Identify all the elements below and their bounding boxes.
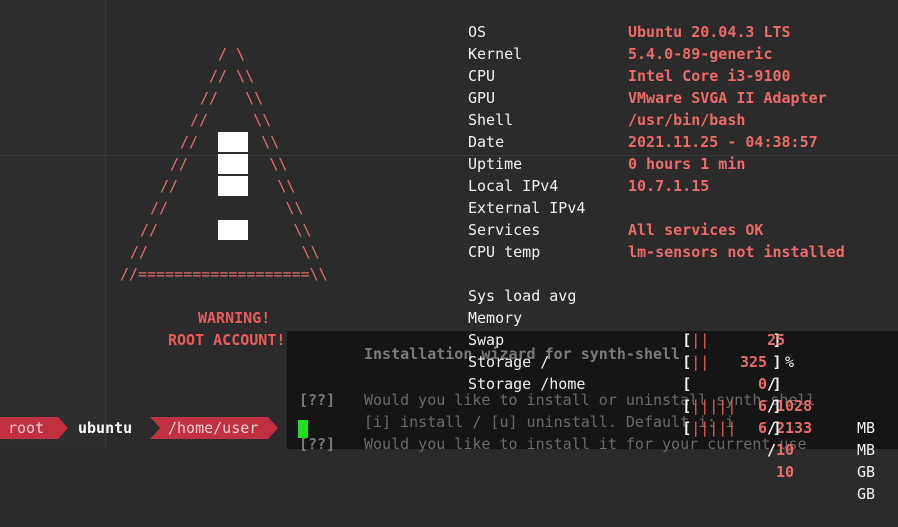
sysinfo-value: VMware SVGA II Adapter — [628, 89, 827, 107]
sysinfo-value: lm-sensors not installed — [628, 243, 845, 261]
meter-bar-pad — [736, 419, 772, 437]
shell-prompt: root ubuntu /home/user — [0, 417, 320, 439]
exclamation-block — [218, 154, 248, 174]
sysinfo-value: 0 hours 1 min — [628, 155, 746, 173]
meter-row: Sys load avg [|| ] 25 % — [468, 263, 794, 371]
sysinfo-value: 5.4.0-89-generic — [628, 45, 773, 63]
meter-unit: GB — [857, 485, 876, 503]
sysinfo-value: /usr/bin/bash — [628, 111, 746, 129]
meter-used: 6 — [758, 419, 768, 437]
installer-prompt-tag: [??] — [299, 391, 336, 409]
text-cursor[interactable] — [298, 420, 308, 438]
sysinfo-key: CPU — [468, 67, 496, 85]
ascii-line: // \\ — [190, 111, 272, 129]
prompt-user-segment: root — [0, 417, 68, 439]
sysinfo-value: 2021.11.25 - 04:38:57 — [628, 133, 818, 151]
prompt-host-segment: ubuntu — [78, 419, 133, 437]
ascii-line: // \\ — [130, 243, 320, 261]
ascii-line: // \\ — [150, 199, 304, 217]
exclamation-dot — [218, 220, 248, 240]
warning-title: WARNING! — [198, 309, 271, 327]
sysinfo-key: Date — [468, 133, 505, 151]
sysinfo-key: Uptime — [468, 155, 523, 173]
warning-triangle-ascii: / \ // \\ // \\ // \\ // \\ // \\ // \\ … — [0, 0, 328, 283]
ascii-line: //===================\\ — [120, 265, 328, 283]
sysinfo-key: CPU temp — [468, 243, 541, 261]
meter-unit: MB — [857, 419, 876, 437]
prompt-path-segment: /home/user — [150, 417, 278, 439]
sysinfo-key: Shell — [468, 111, 514, 129]
meter-sep: / — [767, 441, 777, 459]
sysinfo-key: External IPv4 — [468, 199, 586, 217]
ascii-line: / \ — [218, 45, 246, 63]
ascii-line: // \\ — [200, 89, 264, 107]
meter-row: Storage /home [||||| ] 6 / 10 GB — [468, 351, 875, 503]
meter-bar-open: [ — [682, 419, 692, 437]
meter-row: Storage / [||||| ] 6 / 10 GB — [468, 329, 875, 481]
sysinfo-value: Ubuntu 20.04.3 LTS — [628, 23, 791, 41]
meter-total: 10 — [776, 463, 795, 481]
sysinfo-value: 10.7.1.15 — [628, 177, 710, 195]
exclamation-block — [218, 132, 248, 152]
sysinfo-key: Services — [468, 221, 541, 239]
warning-subtitle: ROOT ACCOUNT! — [168, 331, 286, 349]
meter-bar-fill: ||||| — [691, 419, 737, 437]
sysinfo-value: Intel Core i3-9100 — [628, 67, 791, 85]
sysinfo-key: Kernel — [468, 45, 523, 63]
meter-bar-close: ] — [772, 419, 782, 437]
meter-unit: GB — [857, 463, 876, 481]
meter-unit: % — [785, 353, 795, 371]
sysinfo-key: Local IPv4 — [468, 177, 559, 195]
ascii-line: // \\ — [209, 67, 255, 85]
pane-divider — [0, 155, 898, 156]
sysinfo-key: GPU — [468, 89, 496, 107]
sysinfo-value: All services OK — [628, 221, 764, 239]
meter-row: Swap [ ] 0 / 2133 MB — [468, 307, 875, 459]
meter-key: Storage /home — [468, 375, 586, 393]
sysinfo-key: OS — [468, 23, 487, 41]
meter-row: Memory [|| ] 325 / 1028 MB — [468, 285, 875, 437]
meter-unit: MB — [857, 441, 876, 459]
exclamation-block — [218, 176, 248, 196]
